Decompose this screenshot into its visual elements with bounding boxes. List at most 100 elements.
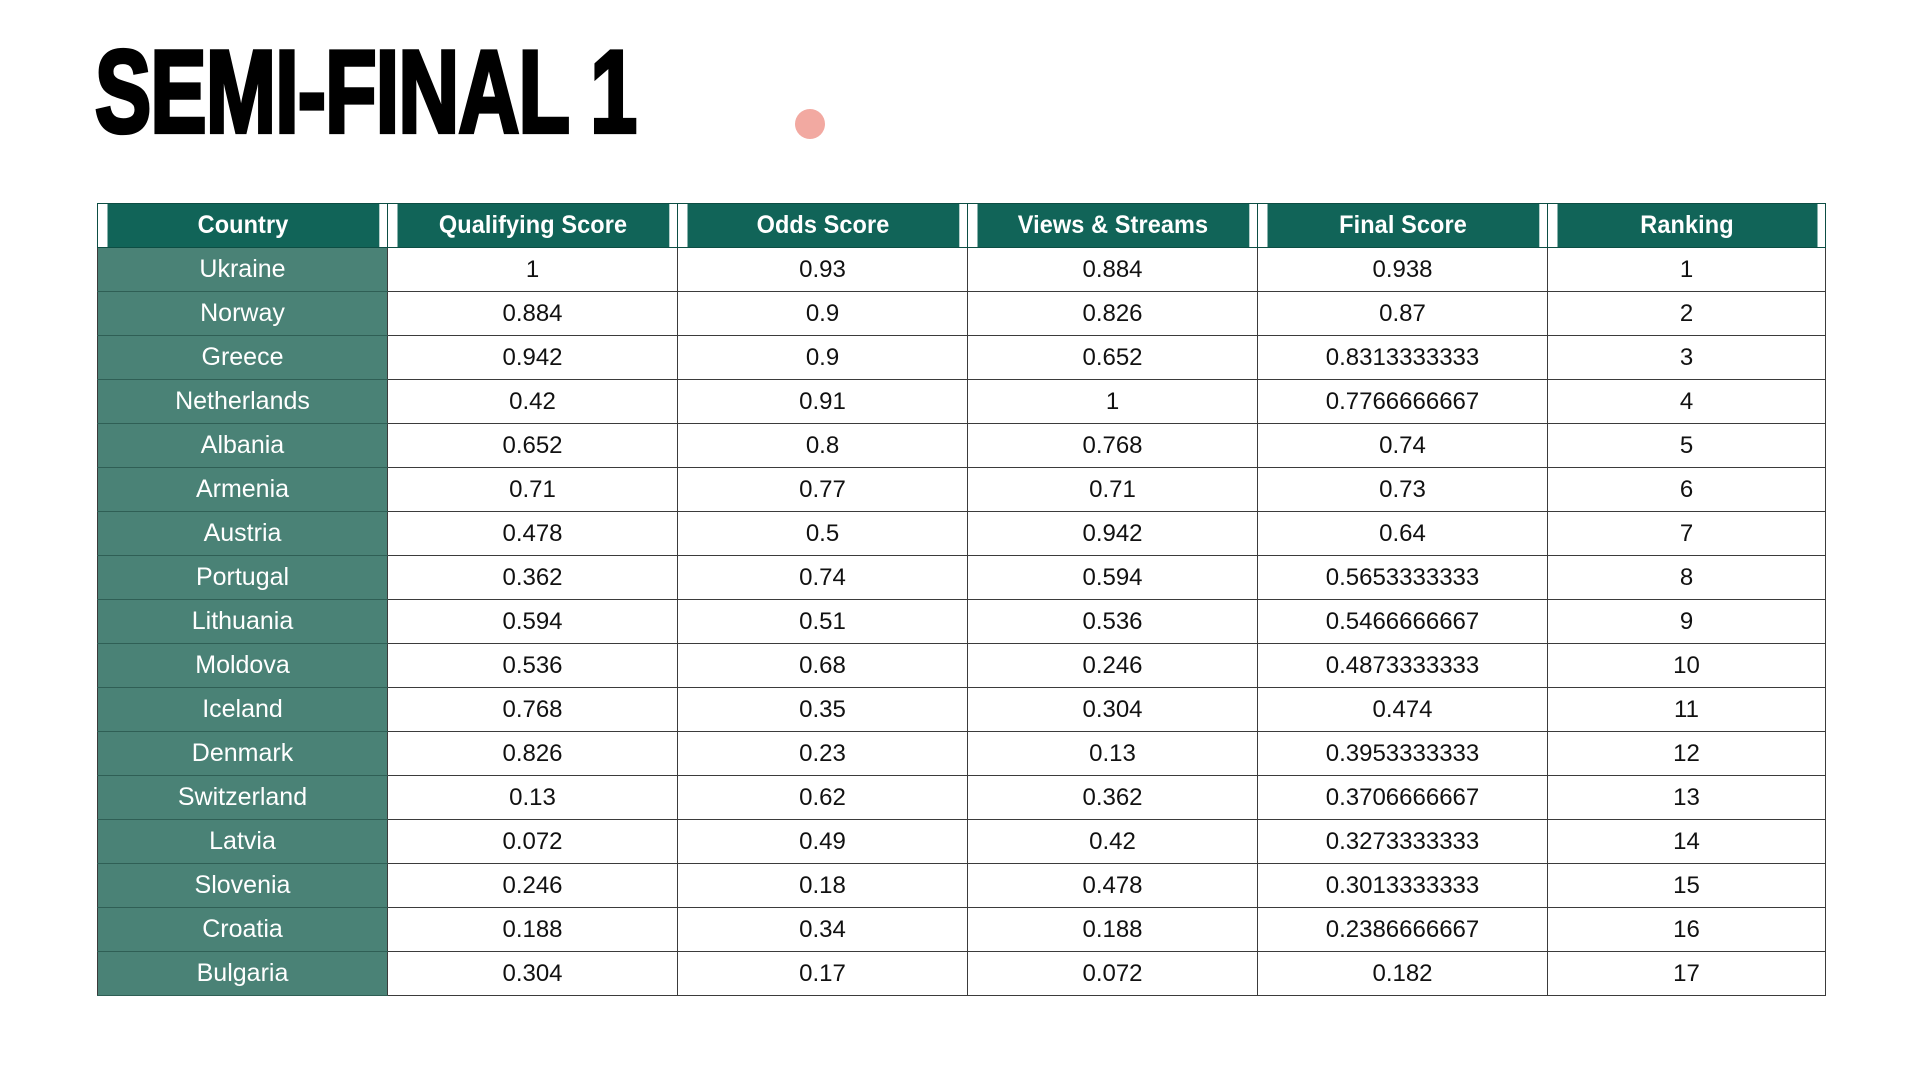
table-row: Armenia 0.71 0.77 0.71 0.73 6 — [97, 467, 1826, 512]
cell-final-score: 0.3953333333 — [1257, 731, 1548, 776]
cell-final-score: 0.5466666667 — [1257, 599, 1548, 644]
cell-country: Greece — [97, 335, 388, 380]
cell-final-score: 0.8313333333 — [1257, 335, 1548, 380]
cell-country: Bulgaria — [97, 951, 388, 996]
cell-odds-score: 0.74 — [677, 555, 968, 600]
cell-views-streams: 0.246 — [967, 643, 1258, 688]
cell-odds-score: 0.17 — [677, 951, 968, 996]
table-row: Albania 0.652 0.8 0.768 0.74 5 — [97, 423, 1826, 468]
cell-views-streams: 0.942 — [967, 511, 1258, 556]
table-row: Bulgaria 0.304 0.17 0.072 0.182 17 — [97, 951, 1826, 996]
cell-views-streams: 0.072 — [967, 951, 1258, 996]
cell-ranking: 17 — [1547, 951, 1826, 996]
cell-final-score: 0.2386666667 — [1257, 907, 1548, 952]
cell-country: Norway — [97, 291, 388, 336]
cell-odds-score: 0.91 — [677, 379, 968, 424]
column-header-views-streams[interactable]: Views & Streams — [975, 203, 1250, 248]
cell-country: Slovenia — [97, 863, 388, 908]
cell-qualifying-score: 0.826 — [387, 731, 678, 776]
cell-qualifying-score: 0.072 — [387, 819, 678, 864]
table-body: Ukraine 1 0.93 0.884 0.938 1 Norway 0.884 0.9 0.8… — [97, 247, 1826, 996]
cell-country: Iceland — [97, 687, 388, 732]
table-row: Ukraine 1 0.93 0.884 0.938 1 — [97, 247, 1826, 292]
cell-odds-score: 0.51 — [677, 599, 968, 644]
cell-views-streams: 0.362 — [967, 775, 1258, 820]
cell-odds-score: 0.18 — [677, 863, 968, 908]
cell-final-score: 0.74 — [1257, 423, 1548, 468]
column-header-odds-score[interactable]: Odds Score — [685, 203, 960, 248]
cell-views-streams: 0.304 — [967, 687, 1258, 732]
cell-ranking: 10 — [1547, 643, 1826, 688]
cell-qualifying-score: 0.594 — [387, 599, 678, 644]
table-row: Iceland 0.768 0.35 0.304 0.474 11 — [97, 687, 1826, 732]
cell-country: Netherlands — [97, 379, 388, 424]
cell-ranking: 12 — [1547, 731, 1826, 776]
cell-final-score: 0.64 — [1257, 511, 1548, 556]
cell-country: Albania — [97, 423, 388, 468]
cell-ranking: 6 — [1547, 467, 1826, 512]
cell-country: Armenia — [97, 467, 388, 512]
cell-final-score: 0.474 — [1257, 687, 1548, 732]
cell-qualifying-score: 0.652 — [387, 423, 678, 468]
cell-odds-score: 0.49 — [677, 819, 968, 864]
cell-views-streams: 0.188 — [967, 907, 1258, 952]
cell-views-streams: 0.826 — [967, 291, 1258, 336]
cell-ranking: 2 — [1547, 291, 1826, 336]
cell-odds-score: 0.68 — [677, 643, 968, 688]
cell-ranking: 4 — [1547, 379, 1826, 424]
column-header-qualifying-score[interactable]: Qualifying Score — [395, 203, 670, 248]
cell-qualifying-score: 1 — [387, 247, 678, 292]
cell-country: Lithuania — [97, 599, 388, 644]
cell-final-score: 0.938 — [1257, 247, 1548, 292]
cell-ranking: 14 — [1547, 819, 1826, 864]
cell-ranking: 3 — [1547, 335, 1826, 380]
cell-final-score: 0.87 — [1257, 291, 1548, 336]
cell-country: Moldova — [97, 643, 388, 688]
cell-country: Ukraine — [97, 247, 388, 292]
cell-country: Denmark — [97, 731, 388, 776]
title-accent-dot — [795, 109, 826, 140]
column-header-final-score[interactable]: Final Score — [1265, 203, 1540, 248]
cell-final-score: 0.3013333333 — [1257, 863, 1548, 908]
cell-qualifying-score: 0.478 — [387, 511, 678, 556]
table-row: Denmark 0.826 0.23 0.13 0.3953333333 12 — [97, 731, 1826, 776]
table-row: Netherlands 0.42 0.91 1 0.7766666667 4 — [97, 379, 1826, 424]
cell-views-streams: 0.884 — [967, 247, 1258, 292]
table-row: Lithuania 0.594 0.51 0.536 0.5466666667 9 — [97, 599, 1826, 644]
column-header-country[interactable]: Country — [105, 203, 380, 248]
page-title: SEMI-FINAL 1 — [93, 31, 826, 152]
table-row: Switzerland 0.13 0.62 0.362 0.3706666667 13 — [97, 775, 1826, 820]
cell-qualifying-score: 0.362 — [387, 555, 678, 600]
cell-odds-score: 0.9 — [677, 291, 968, 336]
cell-qualifying-score: 0.942 — [387, 335, 678, 380]
cell-country: Austria — [97, 511, 388, 556]
cell-views-streams: 0.478 — [967, 863, 1258, 908]
column-header-ranking[interactable]: Ranking — [1555, 203, 1818, 248]
cell-country: Switzerland — [97, 775, 388, 820]
cell-country: Latvia — [97, 819, 388, 864]
results-table: Country Qualifying Score Odds Score View… — [97, 203, 1826, 996]
cell-odds-score: 0.9 — [677, 335, 968, 380]
cell-ranking: 8 — [1547, 555, 1826, 600]
cell-odds-score: 0.77 — [677, 467, 968, 512]
cell-odds-score: 0.23 — [677, 731, 968, 776]
cell-final-score: 0.3706666667 — [1257, 775, 1548, 820]
cell-odds-score: 0.93 — [677, 247, 968, 292]
cell-final-score: 0.73 — [1257, 467, 1548, 512]
table-row: Latvia 0.072 0.49 0.42 0.3273333333 14 — [97, 819, 1826, 864]
cell-final-score: 0.4873333333 — [1257, 643, 1548, 688]
cell-final-score: 0.7766666667 — [1257, 379, 1548, 424]
cell-views-streams: 0.536 — [967, 599, 1258, 644]
cell-odds-score: 0.5 — [677, 511, 968, 556]
results-table-container: Country Qualifying Score Odds Score View… — [97, 203, 1826, 996]
cell-views-streams: 0.42 — [967, 819, 1258, 864]
cell-final-score: 0.182 — [1257, 951, 1548, 996]
cell-ranking: 15 — [1547, 863, 1826, 908]
table-row: Portugal 0.362 0.74 0.594 0.5653333333 8 — [97, 555, 1826, 600]
table-header-row: Country Qualifying Score Odds Score View… — [98, 203, 1826, 248]
table-row: Austria 0.478 0.5 0.942 0.64 7 — [97, 511, 1826, 556]
table-row: Norway 0.884 0.9 0.826 0.87 2 — [97, 291, 1826, 336]
table-header: Country Qualifying Score Odds Score View… — [98, 203, 1826, 248]
cell-views-streams: 0.71 — [967, 467, 1258, 512]
cell-odds-score: 0.35 — [677, 687, 968, 732]
